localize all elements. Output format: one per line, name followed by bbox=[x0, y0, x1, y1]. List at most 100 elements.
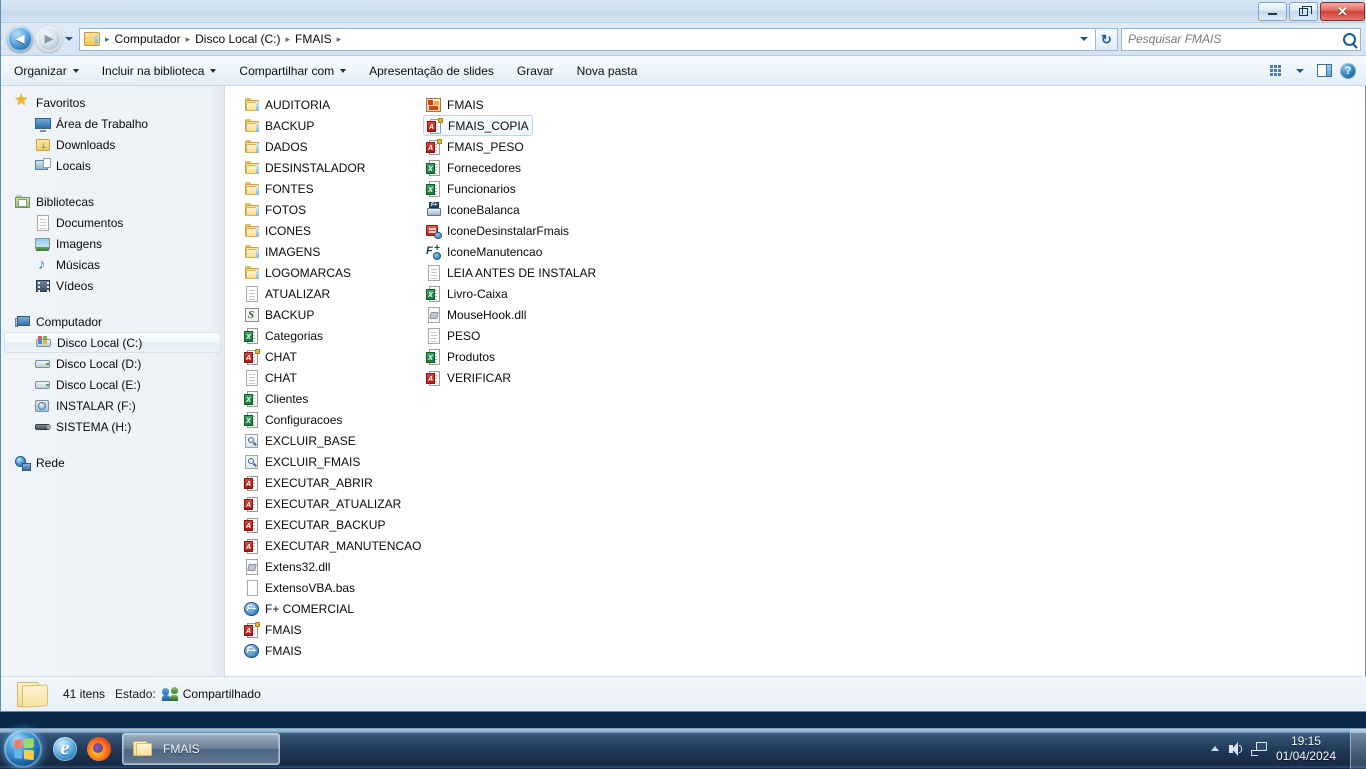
access-locked-icon: A bbox=[244, 349, 260, 365]
list-item[interactable]: XCategorias bbox=[241, 325, 431, 346]
list-item[interactable]: Extens32.dll bbox=[241, 556, 431, 577]
list-item[interactable]: AUDITORIA bbox=[241, 94, 431, 115]
list-item[interactable]: F+F+ COMERCIAL bbox=[241, 598, 431, 619]
nav-item-instalar-f[interactable]: INSTALAR (F:) bbox=[1, 395, 224, 416]
list-item[interactable]: BACKUP bbox=[241, 115, 431, 136]
recent-pages-button[interactable] bbox=[62, 26, 76, 52]
list-item[interactable]: SBACKUP bbox=[241, 304, 431, 325]
list-item[interactable]: F+FMAIS bbox=[241, 640, 431, 661]
toolbar-button-organizar[interactable]: Organizar bbox=[4, 59, 89, 83]
nav-item-videos[interactable]: Vídeos bbox=[1, 275, 224, 296]
show-hidden-icons-button[interactable] bbox=[1204, 732, 1226, 766]
nav-item-imagens[interactable]: Imagens bbox=[1, 233, 224, 254]
list-item[interactable]: F+IconeBalanca bbox=[423, 200, 623, 221]
forward-button[interactable]: ► bbox=[36, 26, 62, 52]
file-name: IMAGENS bbox=[265, 245, 320, 259]
maximize-button[interactable] bbox=[1289, 2, 1318, 21]
list-item[interactable]: PESO bbox=[423, 326, 623, 347]
list-item[interactable]: MouseHook.dll bbox=[423, 305, 623, 326]
nav-item-label: Documentos bbox=[56, 216, 123, 230]
clock[interactable]: 19:15 01/04/2024 bbox=[1270, 734, 1348, 764]
breadcrumb-item-computador[interactable]: Computador bbox=[112, 29, 184, 50]
list-item[interactable]: FONTES bbox=[241, 178, 431, 199]
search-input[interactable] bbox=[1128, 32, 1343, 46]
nav-group-label: Bibliotecas bbox=[36, 195, 94, 209]
volume-button[interactable] bbox=[1226, 732, 1248, 766]
minimize-button[interactable] bbox=[1258, 2, 1287, 21]
list-item-selected[interactable]: AFMAIS_COPIA bbox=[423, 115, 533, 136]
nav-item-disco-local-c[interactable]: Disco Local (C:) bbox=[4, 332, 221, 353]
nav-group-favoritos[interactable]: Favoritos bbox=[1, 92, 224, 113]
list-item[interactable]: DESINSTALADOR bbox=[241, 157, 431, 178]
show-desktop-button[interactable] bbox=[1350, 729, 1366, 769]
list-item[interactable]: AFMAIS bbox=[241, 619, 431, 640]
list-item[interactable]: LOGOMARCAS bbox=[241, 262, 431, 283]
nav-item-locais[interactable]: Locais bbox=[1, 155, 224, 176]
list-item[interactable]: FOTOS bbox=[241, 199, 431, 220]
nav-item-area-de-trabalho[interactable]: Área de Trabalho bbox=[1, 113, 224, 134]
breadcrumb-item-disco-local-c[interactable]: Disco Local (C:) bbox=[192, 29, 283, 50]
list-item[interactable]: XProdutos bbox=[423, 347, 623, 368]
list-item[interactable]: EXCLUIR_FMAIS bbox=[241, 451, 431, 472]
view-dropdown-button[interactable] bbox=[1289, 60, 1311, 82]
file-name: AUDITORIA bbox=[265, 98, 330, 112]
close-button[interactable]: ✕ bbox=[1320, 2, 1365, 21]
list-item[interactable]: EXCLUIR_BASE bbox=[241, 430, 431, 451]
toolbar-button-incluir-na-biblioteca[interactable]: Incluir na biblioteca bbox=[92, 59, 227, 83]
nav-item-downloads[interactable]: ↓ Downloads bbox=[1, 134, 224, 155]
list-item[interactable]: AEXECUTAR_ATUALIZAR bbox=[241, 493, 431, 514]
nav-item-musicas[interactable]: Músicas bbox=[1, 254, 224, 275]
list-item[interactable]: DADOS bbox=[241, 136, 431, 157]
list-item[interactable]: ACHAT bbox=[241, 346, 431, 367]
address-dropdown-button[interactable] bbox=[1075, 29, 1093, 50]
breadcrumb-item-fmais[interactable]: FMAIS bbox=[292, 29, 335, 50]
list-item[interactable]: XLivro-Caixa bbox=[423, 284, 623, 305]
list-item[interactable]: AEXECUTAR_ABRIR bbox=[241, 472, 431, 493]
nav-group-bibliotecas[interactable]: Bibliotecas bbox=[1, 191, 224, 212]
taskbar-task-fmais[interactable]: FMAIS bbox=[122, 733, 280, 765]
list-item[interactable]: IconeDesinstalarFmais bbox=[423, 221, 623, 242]
refresh-button[interactable]: ↻ bbox=[1096, 28, 1118, 51]
list-item[interactable]: AEXECUTAR_BACKUP bbox=[241, 514, 431, 535]
help-button[interactable]: ? bbox=[1337, 60, 1359, 82]
taskbar-button-internet-explorer[interactable] bbox=[50, 733, 80, 765]
list-item[interactable]: XClientes bbox=[241, 388, 431, 409]
search-box[interactable] bbox=[1121, 28, 1361, 51]
list-item[interactable]: XConfiguracoes bbox=[241, 409, 431, 430]
toolbar-button-nova-pasta[interactable]: Nova pasta bbox=[567, 59, 648, 83]
preview-pane-button[interactable] bbox=[1313, 60, 1335, 82]
file-list-view[interactable]: AUDITORIA BACKUP DADOS DESINSTALADOR FON… bbox=[226, 86, 1365, 676]
nav-item-disco-local-d[interactable]: Disco Local (D:) bbox=[1, 353, 224, 374]
nav-item-sistema-h[interactable]: SISTEMA (H:) bbox=[1, 416, 224, 437]
list-item[interactable]: F+IconeManutencao bbox=[423, 242, 623, 263]
address-bar[interactable]: ▸ Computador ▸ Disco Local (C:) ▸ FMAIS … bbox=[79, 28, 1096, 51]
list-item[interactable]: IMAGENS bbox=[241, 241, 431, 262]
list-item[interactable]: AEXECUTAR_MANUTENCAO bbox=[241, 535, 431, 556]
clock-date: 01/04/2024 bbox=[1276, 749, 1336, 764]
list-item[interactable]: LEIA ANTES DE INSTALAR bbox=[423, 263, 623, 284]
toolbar-button-gravar[interactable]: Gravar bbox=[507, 59, 564, 83]
taskbar-button-firefox[interactable] bbox=[84, 733, 114, 765]
list-item[interactable]: CHAT bbox=[241, 367, 431, 388]
nav-item-documentos[interactable]: Documentos bbox=[1, 212, 224, 233]
toolbar-button-compartilhar-com[interactable]: Compartilhar com bbox=[229, 59, 356, 83]
list-item[interactable]: FMAIS bbox=[423, 94, 623, 115]
list-item[interactable]: ExtensoVBA.bas bbox=[241, 577, 431, 598]
list-item[interactable]: AVERIFICAR bbox=[423, 368, 623, 389]
navigation-pane[interactable]: Favoritos Área de Trabalho ↓ Downloads L… bbox=[1, 86, 225, 676]
change-view-button[interactable] bbox=[1265, 60, 1287, 82]
network-button[interactable] bbox=[1248, 732, 1270, 766]
list-item[interactable]: ICONES bbox=[241, 220, 431, 241]
nav-group-rede[interactable]: Rede bbox=[1, 452, 224, 473]
list-item[interactable]: AFMAIS_PESO bbox=[423, 137, 623, 158]
list-item[interactable]: XFuncionarios bbox=[423, 179, 623, 200]
list-item[interactable]: XFornecedores bbox=[423, 158, 623, 179]
search-icon[interactable] bbox=[1343, 33, 1356, 46]
toolbar-button-apresentacao-de-slides[interactable]: Apresentação de slides bbox=[359, 59, 504, 83]
list-item[interactable]: ATUALIZAR bbox=[241, 283, 431, 304]
nav-group-computador[interactable]: Computador bbox=[1, 311, 224, 332]
nav-item-disco-local-e[interactable]: Disco Local (E:) bbox=[1, 374, 224, 395]
nav-group-label: Computador bbox=[36, 315, 102, 329]
start-button[interactable] bbox=[4, 730, 42, 768]
back-button[interactable]: ◄ bbox=[7, 26, 33, 52]
